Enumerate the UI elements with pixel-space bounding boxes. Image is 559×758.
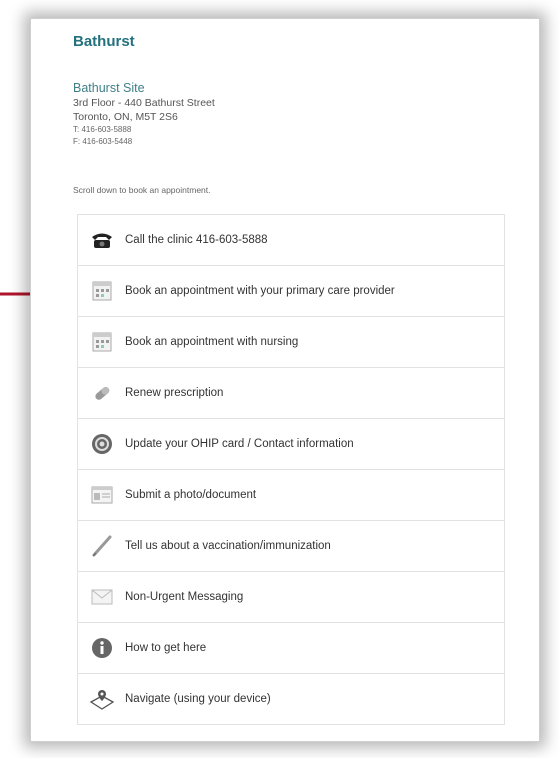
calendar-icon xyxy=(90,330,114,354)
fax-number: F: 416-603-5448 xyxy=(73,137,133,146)
menu-item-label: Book an appointment with your primary ca… xyxy=(125,285,395,297)
menu-item-label: Call the clinic 416-603-5888 xyxy=(125,234,268,246)
menu-item-vaccination[interactable]: Tell us about a vaccination/immunization xyxy=(77,521,505,572)
calendar-icon xyxy=(90,279,114,303)
menu-item-label: Renew prescription xyxy=(125,387,224,399)
menu-item-update-ohip[interactable]: Update your OHIP card / Contact informat… xyxy=(77,419,505,470)
scroll-note: Scroll down to book an appointment. xyxy=(73,185,211,195)
document-icon xyxy=(90,483,114,507)
phone-number: T: 416-603-5888 xyxy=(73,125,132,134)
menu-item-call-clinic[interactable]: Call the clinic 416-603-5888 xyxy=(77,215,505,266)
address-line-1: 3rd Floor - 440 Bathurst Street xyxy=(73,97,215,109)
menu-item-label: How to get here xyxy=(125,642,207,654)
menu-item-submit-document[interactable]: Submit a photo/document xyxy=(77,470,505,521)
menu-item-book-nursing[interactable]: Book an appointment with nursing xyxy=(77,317,505,368)
phone-icon xyxy=(90,228,114,252)
site-name: Bathurst Site xyxy=(73,81,145,95)
menu-item-label: Navigate (using your device) xyxy=(125,693,271,705)
menu-item-how-to-get-here[interactable]: How to get here xyxy=(77,623,505,674)
menu-item-label: Update your OHIP card / Contact informat… xyxy=(125,438,354,450)
page-frame: Bathurst Bathurst Site 3rd Floor - 440 B… xyxy=(30,18,540,742)
menu-item-renew-prescription[interactable]: Renew prescription xyxy=(77,368,505,419)
menu-item-book-primary-care[interactable]: Book an appointment with your primary ca… xyxy=(77,266,505,317)
menu-item-label: Tell us about a vaccination/immunization xyxy=(125,540,331,552)
action-menu: Call the clinic 416-603-5888 Book an app… xyxy=(77,214,505,725)
menu-item-label: Book an appointment with nursing xyxy=(125,336,299,348)
envelope-icon xyxy=(90,585,114,609)
menu-item-navigate[interactable]: Navigate (using your device) xyxy=(77,674,505,725)
info-icon xyxy=(90,636,114,660)
menu-item-messaging[interactable]: Non-Urgent Messaging xyxy=(77,572,505,623)
pill-icon xyxy=(90,381,114,405)
menu-item-label: Submit a photo/document xyxy=(125,489,257,501)
page-title: Bathurst xyxy=(73,33,135,50)
card-icon xyxy=(90,432,114,456)
syringe-icon xyxy=(90,534,114,558)
address-line-2: Toronto, ON, M5T 2S6 xyxy=(73,111,178,123)
menu-item-label: Non-Urgent Messaging xyxy=(125,591,244,603)
map-pin-icon xyxy=(90,687,114,711)
